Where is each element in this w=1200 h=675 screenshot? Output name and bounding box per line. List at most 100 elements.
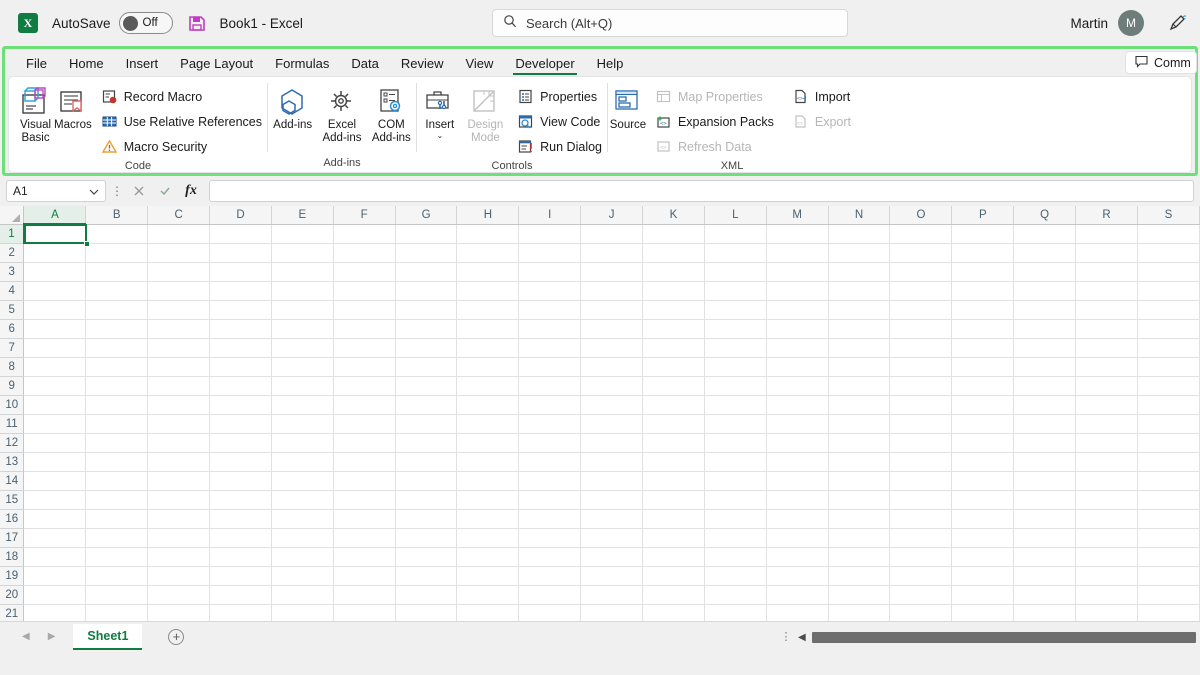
cell-J8[interactable] — [581, 357, 643, 376]
cell-M6[interactable] — [766, 319, 828, 338]
cell-O2[interactable] — [890, 243, 952, 262]
cell-K16[interactable] — [643, 509, 705, 528]
cell-I7[interactable] — [519, 338, 581, 357]
cell-B17[interactable] — [86, 528, 148, 547]
cell-O10[interactable] — [890, 395, 952, 414]
tab-help[interactable]: Help — [586, 54, 635, 76]
cell-D20[interactable] — [210, 585, 272, 604]
cell-M15[interactable] — [766, 490, 828, 509]
insert-control-button[interactable]: Insert ⌄ — [417, 81, 463, 159]
cell-P20[interactable] — [952, 585, 1014, 604]
column-header-k[interactable]: K — [643, 206, 705, 224]
cell-I9[interactable] — [519, 376, 581, 395]
cell-B20[interactable] — [86, 585, 148, 604]
cell-S15[interactable] — [1137, 490, 1199, 509]
cell-R20[interactable] — [1076, 585, 1138, 604]
cell-Q15[interactable] — [1014, 490, 1076, 509]
tab-home[interactable]: Home — [58, 54, 115, 76]
cell-I4[interactable] — [519, 281, 581, 300]
cell-O3[interactable] — [890, 262, 952, 281]
cell-S17[interactable] — [1137, 528, 1199, 547]
cell-N2[interactable] — [828, 243, 890, 262]
cell-R16[interactable] — [1076, 509, 1138, 528]
cell-N9[interactable] — [828, 376, 890, 395]
cell-A4[interactable] — [24, 281, 86, 300]
cell-P16[interactable] — [952, 509, 1014, 528]
cell-R7[interactable] — [1076, 338, 1138, 357]
cell-J1[interactable] — [581, 224, 643, 243]
cell-P12[interactable] — [952, 433, 1014, 452]
cell-O11[interactable] — [890, 414, 952, 433]
cell-F8[interactable] — [333, 357, 395, 376]
cell-A9[interactable] — [24, 376, 86, 395]
cell-N13[interactable] — [828, 452, 890, 471]
cell-G18[interactable] — [395, 547, 457, 566]
cell-I21[interactable] — [519, 604, 581, 621]
cell-A14[interactable] — [24, 471, 86, 490]
cell-S4[interactable] — [1137, 281, 1199, 300]
cell-K8[interactable] — [643, 357, 705, 376]
cell-Q17[interactable] — [1014, 528, 1076, 547]
cell-O14[interactable] — [890, 471, 952, 490]
cell-J13[interactable] — [581, 452, 643, 471]
cell-O1[interactable] — [890, 224, 952, 243]
cell-E17[interactable] — [271, 528, 333, 547]
cell-L21[interactable] — [704, 604, 766, 621]
cell-C4[interactable] — [148, 281, 210, 300]
cell-D6[interactable] — [210, 319, 272, 338]
cell-Q19[interactable] — [1014, 566, 1076, 585]
cell-B21[interactable] — [86, 604, 148, 621]
cell-H14[interactable] — [457, 471, 519, 490]
cell-P9[interactable] — [952, 376, 1014, 395]
cell-P5[interactable] — [952, 300, 1014, 319]
cell-M2[interactable] — [766, 243, 828, 262]
cell-E21[interactable] — [271, 604, 333, 621]
cell-L20[interactable] — [704, 585, 766, 604]
cell-L1[interactable] — [704, 224, 766, 243]
cell-A3[interactable] — [24, 262, 86, 281]
cell-G4[interactable] — [395, 281, 457, 300]
cell-P2[interactable] — [952, 243, 1014, 262]
cell-G17[interactable] — [395, 528, 457, 547]
column-header-q[interactable]: Q — [1014, 206, 1076, 224]
cell-Q21[interactable] — [1014, 604, 1076, 621]
cell-C11[interactable] — [148, 414, 210, 433]
cell-N17[interactable] — [828, 528, 890, 547]
cell-J19[interactable] — [581, 566, 643, 585]
autosave-toggle[interactable]: Off — [119, 12, 173, 34]
cell-G3[interactable] — [395, 262, 457, 281]
cell-I13[interactable] — [519, 452, 581, 471]
view-code-button[interactable]: View Code — [512, 109, 607, 134]
cell-I1[interactable] — [519, 224, 581, 243]
column-header-d[interactable]: D — [210, 206, 272, 224]
row-header-4[interactable]: 4 — [0, 281, 24, 300]
tab-page-layout[interactable]: Page Layout — [169, 54, 264, 76]
cell-B14[interactable] — [86, 471, 148, 490]
cell-S9[interactable] — [1137, 376, 1199, 395]
cell-H12[interactable] — [457, 433, 519, 452]
cell-Q12[interactable] — [1014, 433, 1076, 452]
column-header-c[interactable]: C — [148, 206, 210, 224]
tab-file[interactable]: File — [15, 54, 58, 76]
cell-G13[interactable] — [395, 452, 457, 471]
cell-C15[interactable] — [148, 490, 210, 509]
cell-L14[interactable] — [704, 471, 766, 490]
column-header-o[interactable]: O — [890, 206, 952, 224]
cell-I19[interactable] — [519, 566, 581, 585]
cell-E10[interactable] — [271, 395, 333, 414]
cell-A13[interactable] — [24, 452, 86, 471]
cell-F15[interactable] — [333, 490, 395, 509]
cell-M21[interactable] — [766, 604, 828, 621]
cell-K2[interactable] — [643, 243, 705, 262]
cell-R2[interactable] — [1076, 243, 1138, 262]
cell-H8[interactable] — [457, 357, 519, 376]
cell-H15[interactable] — [457, 490, 519, 509]
tab-review[interactable]: Review — [390, 54, 455, 76]
cell-K6[interactable] — [643, 319, 705, 338]
cell-F6[interactable] — [333, 319, 395, 338]
cell-A16[interactable] — [24, 509, 86, 528]
column-header-s[interactable]: S — [1137, 206, 1199, 224]
cell-S2[interactable] — [1137, 243, 1199, 262]
column-header-n[interactable]: N — [828, 206, 890, 224]
cell-S6[interactable] — [1137, 319, 1199, 338]
